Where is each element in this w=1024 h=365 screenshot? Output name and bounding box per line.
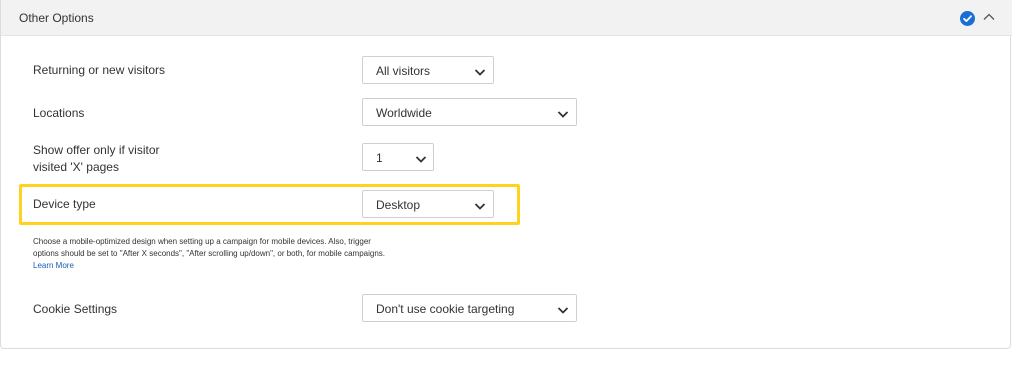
pages-visited-label-line2: visited 'X' pages	[33, 160, 119, 174]
returning-visitors-label: Returning or new visitors	[33, 63, 166, 77]
chevron-down-icon	[557, 304, 569, 314]
device-type-value: Desktop	[376, 198, 421, 212]
chevron-down-icon	[474, 66, 486, 76]
device-type-select[interactable]: Desktop	[362, 190, 494, 218]
locations-select[interactable]: Worldwide	[362, 98, 577, 126]
chevron-down-icon	[474, 200, 486, 210]
device-help-line1: Choose a mobile-optimized design when se…	[33, 237, 371, 246]
pages-visited-value: 1	[376, 151, 383, 165]
locations-value: Worldwide	[376, 106, 432, 120]
returning-visitors-value: All visitors	[376, 64, 431, 78]
locations-label: Locations	[33, 106, 85, 120]
device-type-label: Device type	[33, 197, 96, 211]
device-type-help: Choose a mobile-optimized design when se…	[33, 236, 453, 260]
panel-header[interactable]: Other Options	[1, 0, 1012, 36]
learn-more-link[interactable]: Learn More	[33, 261, 74, 270]
cookie-settings-value: Don't use cookie targeting	[376, 302, 515, 316]
chevron-down-icon	[415, 153, 427, 163]
returning-visitors-select[interactable]: All visitors	[362, 56, 494, 84]
pages-visited-label-line1: Show offer only if visitor	[33, 143, 160, 157]
other-options-panel: Other Options Returning or new visitors …	[0, 0, 1012, 349]
chevron-up-icon[interactable]	[982, 10, 996, 24]
chevron-down-icon	[557, 108, 569, 118]
cookie-settings-select[interactable]: Don't use cookie targeting	[362, 294, 577, 322]
cookie-settings-label: Cookie Settings	[33, 302, 118, 316]
check-circle-icon	[960, 11, 975, 26]
section-title: Other Options	[19, 11, 94, 25]
pages-visited-select[interactable]: 1	[362, 143, 434, 171]
device-help-line2: options should be set to "After X second…	[33, 249, 385, 258]
